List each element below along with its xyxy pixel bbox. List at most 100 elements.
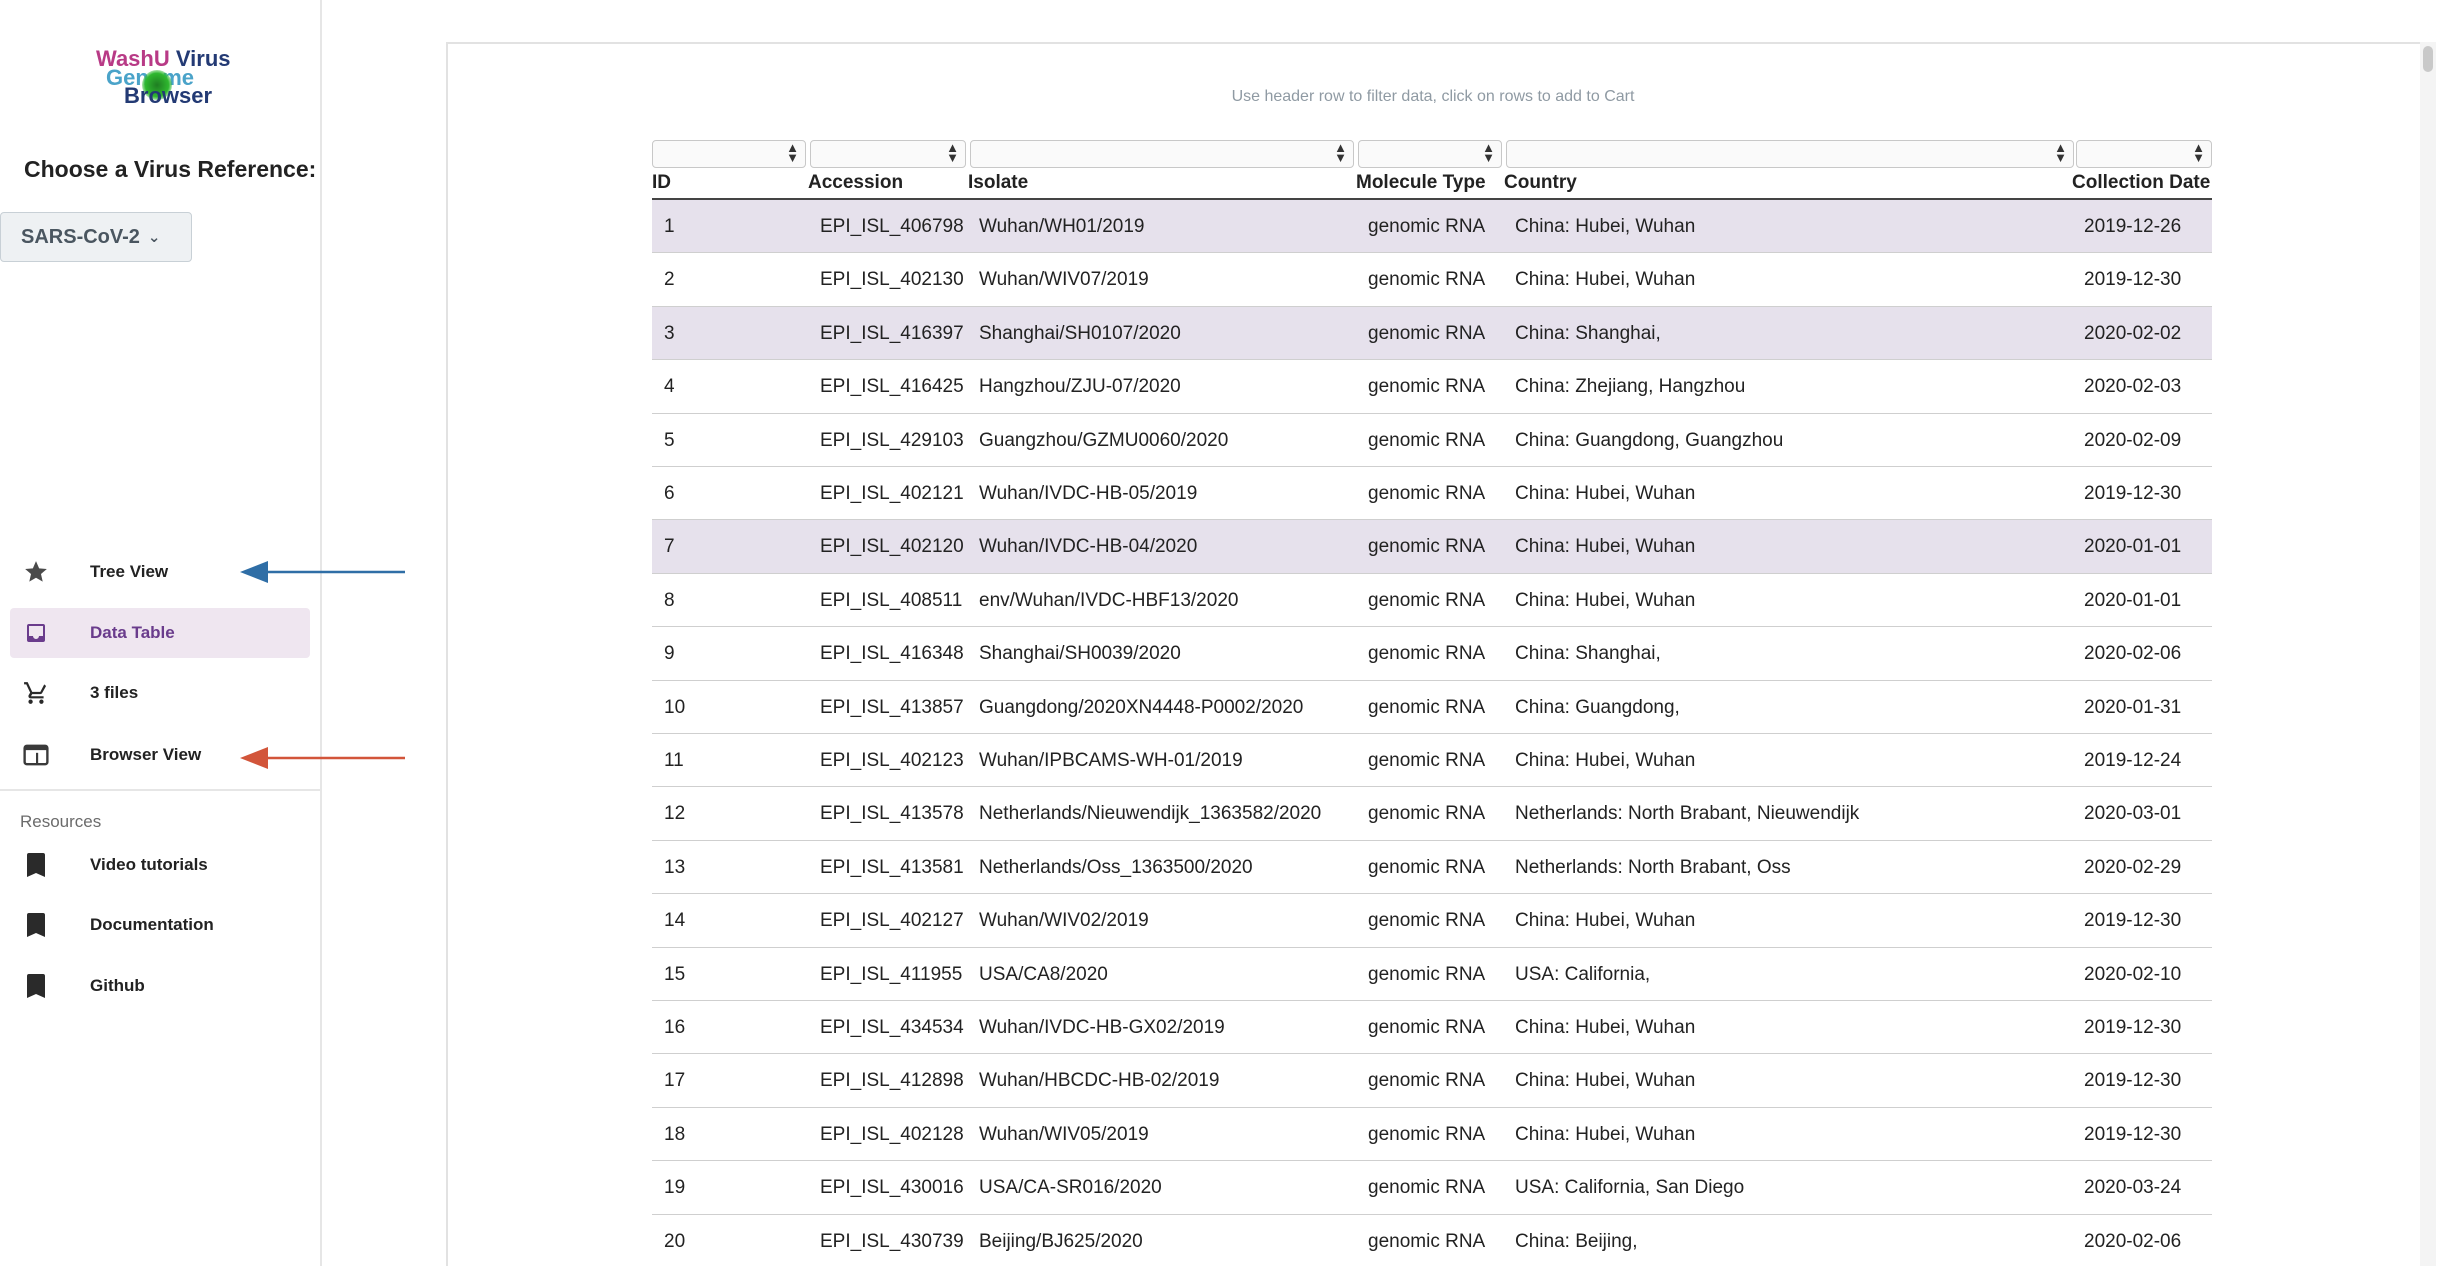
nav-video-tutorials[interactable]: Video tutorials: [10, 840, 310, 890]
cart-icon: [10, 680, 62, 706]
column-header-collection-date[interactable]: Collection Date: [2072, 172, 2210, 194]
cell-molecule-type: genomic RNA: [1368, 1070, 1486, 1092]
cell-id: 5: [664, 429, 675, 451]
table-row[interactable]: 13 EPI_ISL_413581 Netherlands/Oss_1363500/…: [652, 841, 2212, 895]
cell-isolate: Wuhan/WIV07/2019: [979, 269, 1149, 291]
table-row[interactable]: 10 EPI_ISL_413857 Guangdong/2020XN4448-P00…: [652, 681, 2212, 734]
cell-collection-date: 2020-01-31: [2084, 696, 2182, 718]
cell-collection-date: 2020-02-06: [2084, 643, 2182, 665]
cell-id: 7: [664, 536, 675, 558]
cell-id: 18: [664, 1123, 686, 1145]
cell-country: China: Hubei, Wuhan: [1515, 483, 1696, 504]
cell-accession: EPI_ISL_416397: [820, 322, 964, 344]
nav-data-table[interactable]: Data Table: [10, 608, 310, 658]
cell-country: China: Beijing,: [1515, 1230, 1638, 1252]
table-row[interactable]: 20 EPI_ISL_430739 Beijing/BJ625/2020 genomi…: [652, 1215, 2212, 1266]
table-row[interactable]: 18 EPI_ISL_402128 Wuhan/WIV05/2019 genomic …: [652, 1108, 2212, 1162]
cell-country: China: Zhejiang, Hangzhou: [1515, 376, 1746, 398]
cell-collection-date: 2020-02-06: [2084, 1230, 2182, 1252]
table-row[interactable]: 3 EPI_ISL_416397 Shanghai/SH0107/2020 genom…: [652, 306, 2212, 361]
table-row[interactable]: 9 EPI_ISL_416348 Shanghai/SH0039/2020 genom…: [652, 627, 2212, 681]
table-row[interactable]: 6 EPI_ISL_402121 Wuhan/IVDC-HB-05/2019 geno…: [652, 467, 2212, 521]
choose-reference-label: Choose a Virus Reference:: [24, 156, 317, 182]
cell-country: China: Hubei, Wuhan: [1515, 536, 1696, 558]
cell-molecule-type: genomic RNA: [1368, 910, 1486, 932]
cell-country: China: Hubei, Wuhan: [1515, 216, 1696, 237]
cell-accession: EPI_ISL_430739: [820, 1230, 964, 1252]
nav-label: 3 files: [90, 683, 139, 702]
column-header-isolate[interactable]: Isolate: [968, 172, 1028, 194]
table-row[interactable]: 7 EPI_ISL_402120 Wuhan/IVDC-HB-04/2020 geno…: [652, 520, 2212, 574]
cell-id: 11: [664, 750, 684, 771]
cell-accession: EPI_ISL_413581: [820, 856, 964, 878]
cell-molecule-type: genomic RNA: [1368, 1017, 1486, 1038]
table-row[interactable]: 17 EPI_ISL_412898 Wuhan/HBCDC-HB-02/2019 ge…: [652, 1054, 2212, 1108]
filter-country[interactable]: ▲ ▼: [1506, 140, 2074, 168]
scrollbar-thumb[interactable]: [2423, 46, 2433, 72]
cell-isolate: Netherlands/Oss_1363500/2020: [979, 856, 1253, 878]
table-row[interactable]: 11 EPI_ISL_402123 Wuhan/IPBCAMS-WH-01/2019…: [652, 734, 2212, 788]
table-row[interactable]: 12 EPI_ISL_413578 Netherlands/Nieuwendijk_…: [652, 787, 2212, 841]
cell-isolate: Guangdong/2020XN4448-P0002/2020: [979, 696, 1304, 718]
column-header-molecule-type[interactable]: Molecule Type: [1356, 172, 1486, 194]
cell-accession: EPI_ISL_430016: [820, 1177, 964, 1199]
table-row[interactable]: 1 EPI_ISL_406798 Wuhan/WH01/2019 genomic RN…: [652, 200, 2212, 254]
sidebar: WashU Virus Genome Browser Choose a Viru…: [0, 0, 322, 1266]
filter-molecule-type[interactable]: ▲ ▼: [1358, 140, 1502, 168]
table-row[interactable]: 2 EPI_ISL_402130 Wuhan/WIV07/2019 genomic R…: [652, 253, 2212, 307]
nav-github[interactable]: Github: [10, 961, 310, 1011]
cell-collection-date: 2020-02-10: [2084, 963, 2182, 985]
cell-accession: EPI_ISL_429103: [820, 429, 964, 451]
cell-country: Netherlands: North Brabant, Oss: [1515, 856, 1791, 878]
cell-id: 6: [664, 483, 675, 504]
cell-isolate: Shanghai/SH0039/2020: [979, 643, 1181, 665]
cell-molecule-type: genomic RNA: [1368, 1230, 1486, 1252]
sort-updown-icon: ▲ ▼: [946, 140, 959, 165]
table-row[interactable]: 19 EPI_ISL_430016 USA/CA-SR016/2020 genomic…: [652, 1161, 2212, 1215]
column-header-id[interactable]: ID: [652, 172, 671, 194]
table-row[interactable]: 5 EPI_ISL_429103 Guangzhou/GZMU0060/2020 ge…: [652, 414, 2212, 467]
cell-accession: EPI_ISL_402128: [820, 1123, 964, 1145]
cell-molecule-type: genomic RNA: [1368, 856, 1486, 878]
table-row[interactable]: 14 EPI_ISL_402127 Wuhan/WIV02/2019 genomic …: [652, 894, 2212, 948]
cell-molecule-type: genomic RNA: [1368, 536, 1486, 558]
star-icon: [10, 559, 62, 585]
cell-accession: EPI_ISL_402120: [820, 536, 964, 558]
cell-country: China: Guangdong, Guangzhou: [1515, 429, 1784, 451]
cell-isolate: env/Wuhan/IVDC-HBF13/2020: [979, 589, 1239, 611]
cell-country: USA: California,: [1515, 963, 1651, 985]
logo-browser: Browser: [124, 83, 213, 108]
cell-molecule-type: genomic RNA: [1368, 696, 1486, 718]
cell-id: 19: [664, 1177, 686, 1199]
table-row[interactable]: 4 EPI_ISL_416425 Hangzhou/ZJU-07/2020 genom…: [652, 360, 2212, 414]
column-header-country[interactable]: Country: [1504, 172, 1577, 194]
sort-updown-icon: ▲ ▼: [2192, 140, 2205, 165]
nav-documentation[interactable]: Documentation: [10, 900, 310, 950]
column-header-accession[interactable]: Accession: [808, 172, 903, 194]
cell-isolate: Wuhan/WH01/2019: [979, 216, 1145, 237]
table-row[interactable]: 8 EPI_ISL_408511 env/Wuhan/IVDC-HBF13/2020…: [652, 574, 2212, 628]
virus-reference-dropdown[interactable]: SARS-CoV-2 ⌄: [0, 212, 192, 262]
cell-collection-date: 2020-03-24: [2084, 1177, 2182, 1199]
filter-accession[interactable]: ▲ ▼: [810, 140, 966, 168]
nav-cart-files[interactable]: 3 files: [10, 668, 310, 718]
cell-isolate: USA/CA-SR016/2020: [979, 1177, 1162, 1199]
cell-collection-date: 2020-02-03: [2084, 376, 2182, 398]
cell-id: 1: [664, 216, 675, 237]
bookmark-icon: [10, 853, 62, 877]
table-row[interactable]: 15 EPI_ISL_411955 USA/CA8/2020 genomic RNA U…: [652, 948, 2212, 1001]
cell-country: USA: California, San Diego: [1515, 1177, 1745, 1199]
cell-accession: EPI_ISL_416348: [820, 643, 964, 665]
washu-virus-genome-browser-logo[interactable]: WashU Virus Genome Browser: [96, 44, 236, 112]
cell-collection-date: 2020-03-01: [2084, 803, 2182, 825]
filter-id[interactable]: ▲ ▼: [652, 140, 806, 168]
cell-isolate: Wuhan/WIV02/2019: [979, 910, 1149, 932]
cell-id: 17: [664, 1070, 686, 1092]
vertical-scrollbar[interactable]: [2420, 42, 2436, 1266]
filter-isolate[interactable]: ▲ ▼: [970, 140, 1354, 168]
filter-collection-date[interactable]: ▲ ▼: [2076, 140, 2212, 168]
cell-accession: EPI_ISL_402130: [820, 269, 964, 291]
table-row[interactable]: 16 EPI_ISL_434534 Wuhan/IVDC-HB-GX02/2019 g…: [652, 1001, 2212, 1055]
cell-collection-date: 2019-12-30: [2084, 269, 2182, 291]
inbox-icon: [10, 621, 62, 645]
